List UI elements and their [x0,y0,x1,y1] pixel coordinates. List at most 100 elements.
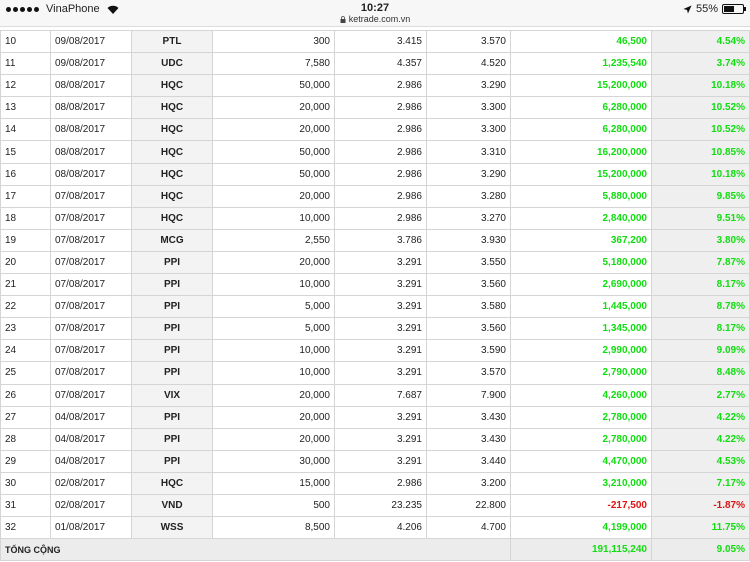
sell-price-cell: 22.800 [426,493,511,518]
profit-loss-cell: 1,345,000 [510,317,652,341]
row-number-cell: 26 [0,383,51,407]
row-number-cell: 28 [0,427,51,451]
table-row: 25 07/08/2017 PPI 10,000 3.291 3.570 2,790,000… [0,361,750,385]
quantity-cell: 500 [212,493,335,518]
buy-price-cell: 2.986 [334,162,427,186]
buy-price-cell: 3.291 [334,427,427,451]
row-number-cell: 32 [0,516,51,540]
profit-loss-cell: 2,780,000 [510,427,652,451]
table-row: 24 07/08/2017 PPI 10,000 3.291 3.590 2,990,000… [0,339,750,363]
trade-date-cell: 08/08/2017 [50,96,132,120]
stock-symbol-cell: PPI [131,295,213,319]
buy-price-cell: 3.291 [334,295,427,319]
table-row: 15 08/08/2017 HQC 50,000 2.986 3.310 16,200,00… [0,140,750,164]
row-number-cell: 29 [0,449,51,473]
sell-price-cell: 3.430 [426,427,511,451]
profit-loss-cell: 3,210,000 [510,471,652,495]
table-row: 16 08/08/2017 HQC 50,000 2.986 3.290 15,200,00… [0,162,750,186]
profit-loss-cell: 15,200,000 [510,74,652,98]
profit-percent-cell: -1.87% [651,493,750,518]
buy-price-cell: 2.986 [334,118,427,142]
profit-loss-cell: 2,790,000 [510,361,652,385]
sell-price-cell: 3.570 [426,361,511,385]
profit-percent-cell: 4.22% [651,405,750,429]
quantity-cell: 50,000 [212,74,335,98]
table-row: 29 04/08/2017 PPI 30,000 3.291 3.440 4,470,000… [0,449,750,473]
sell-price-cell: 3.300 [426,96,511,120]
stock-symbol-cell: PPI [131,427,213,451]
row-number-cell: 31 [0,493,51,518]
clock: 10:27 [360,2,390,14]
trade-date-cell: 02/08/2017 [50,471,132,495]
row-number-cell: 11 [0,52,51,76]
trade-date-cell: 07/08/2017 [50,250,132,275]
stock-symbol-cell: PPI [131,317,213,341]
quantity-cell: 30,000 [212,449,335,473]
trade-date-cell: 09/08/2017 [50,52,132,76]
trade-date-cell: 04/08/2017 [50,405,132,429]
trade-date-cell: 02/08/2017 [50,493,132,518]
sell-price-cell: 3.280 [426,184,511,208]
quantity-cell: 20,000 [212,405,335,429]
stock-symbol-cell: PPI [131,361,213,385]
profit-loss-cell: 2,990,000 [510,339,652,363]
row-number-cell: 24 [0,339,51,363]
profit-percent-cell: 8.17% [651,273,750,297]
profit-percent-cell: 10.18% [651,74,750,98]
row-number-cell: 15 [0,140,51,164]
table-row: 14 08/08/2017 HQC 20,000 2.986 3.300 6,280,000… [0,118,750,142]
table-row: 18 07/08/2017 HQC 10,000 2.986 3.270 2,840,000… [0,206,750,230]
row-number-cell: 20 [0,250,51,275]
quantity-cell: 50,000 [212,140,335,164]
table-row: 30 02/08/2017 HQC 15,000 2.986 3.200 3,210,000… [0,471,750,495]
trade-date-cell: 07/08/2017 [50,317,132,341]
profit-percent-cell: 10.52% [651,96,750,120]
row-number-cell: 18 [0,206,51,230]
address-bar[interactable]: ketrade.com.vn [0,14,750,24]
profit-loss-cell: 1,445,000 [510,295,652,319]
row-number-cell: 21 [0,273,51,297]
quantity-cell: 5,000 [212,295,335,319]
trade-date-cell: 08/08/2017 [50,118,132,142]
quantity-cell: 7,580 [212,52,335,76]
table-row: 32 01/08/2017 WSS 8,500 4.206 4.700 4,199,000 1… [0,516,750,540]
ios-status-bar: VinaPhone 10:27 ketrade.com.vn 55% [0,0,750,27]
stock-symbol-cell: UDC [131,52,213,76]
stock-symbol-cell: HQC [131,471,213,495]
row-number-cell: 22 [0,295,51,319]
quantity-cell: 20,000 [212,184,335,208]
sell-price-cell: 3.550 [426,250,511,275]
stock-symbol-cell: PPI [131,449,213,473]
buy-price-cell: 23.235 [334,493,427,518]
buy-price-cell: 2.986 [334,184,427,208]
quantity-cell: 20,000 [212,383,335,407]
trade-date-cell: 08/08/2017 [50,140,132,164]
stock-symbol-cell: HQC [131,140,213,164]
sell-price-cell: 4.520 [426,52,511,76]
table-row: 26 07/08/2017 VIX 20,000 7.687 7.900 4,260,000… [0,383,750,407]
sell-price-cell: 7.900 [426,383,511,407]
profit-percent-cell: 4.54% [651,29,750,54]
quantity-cell: 20,000 [212,96,335,120]
battery-icon [722,4,746,14]
row-number-cell: 16 [0,162,51,186]
row-number-cell: 13 [0,96,51,120]
row-number-cell: 23 [0,317,51,341]
quantity-cell: 10,000 [212,361,335,385]
sell-price-cell: 3.570 [426,29,511,54]
buy-price-cell: 2.986 [334,206,427,230]
profit-loss-cell: 15,200,000 [510,162,652,186]
profit-loss-cell: 46,500 [510,29,652,54]
status-right-group: 55% [683,3,746,15]
profit-loss-cell: 2,690,000 [510,273,652,297]
profit-percent-cell: 9.09% [651,339,750,363]
sell-price-cell: 3.300 [426,118,511,142]
stock-symbol-cell: PPI [131,273,213,297]
sell-price-cell: 4.700 [426,516,511,540]
trade-date-cell: 08/08/2017 [50,162,132,186]
profit-percent-cell: 3.80% [651,228,750,252]
profit-loss-cell: 4,199,000 [510,516,652,540]
buy-price-cell: 7.687 [334,383,427,407]
profit-loss-cell: 5,880,000 [510,184,652,208]
buy-price-cell: 3.291 [334,361,427,385]
